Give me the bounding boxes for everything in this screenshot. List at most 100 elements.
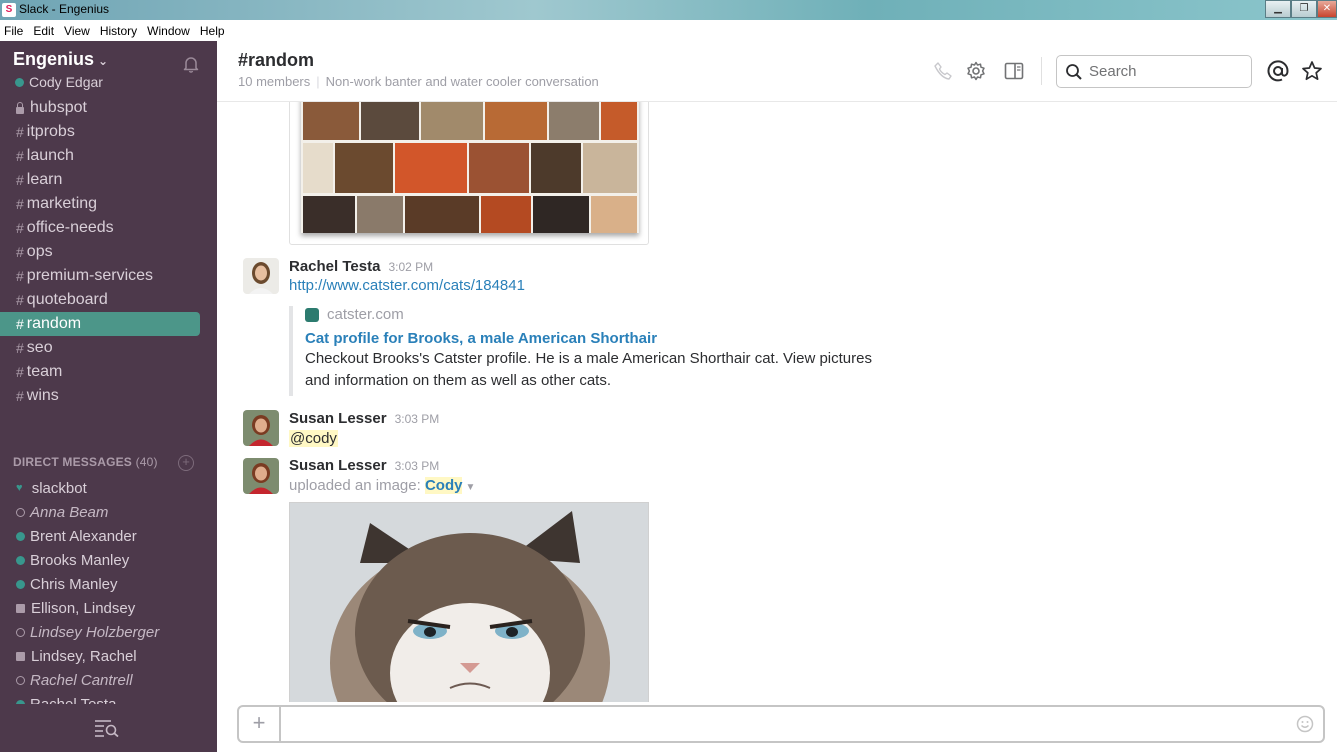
author-name: Rachel Testa — [289, 258, 381, 275]
presence-online-icon — [16, 555, 25, 565]
dm-header-label: DIRECT MESSAGES — [13, 455, 133, 469]
preview-title[interactable]: Cat profile for Brooks, a male American … — [305, 330, 869, 347]
chevron-down-icon: ⌄ — [98, 54, 109, 68]
sidebar-item-seo[interactable]: # seo — [0, 336, 217, 360]
message-timestamp[interactable]: 3:03 PM — [395, 459, 440, 473]
grumpy-cat-image — [290, 503, 648, 702]
author-name: Susan Lesser — [289, 410, 387, 427]
dm-item-ellison-lindsey[interactable]: Ellison, Lindsey — [0, 596, 217, 620]
sidebar-item-itprobs[interactable]: # itprobs — [0, 120, 217, 144]
star-icon[interactable] — [1301, 60, 1323, 82]
author-name: Susan Lesser — [289, 457, 387, 474]
message-author[interactable]: Susan Lesser 3:03 PM — [289, 457, 439, 474]
search-input[interactable] — [1089, 63, 1239, 80]
message-pane[interactable]: Rachel Testa 3:02 PM http://www.catster.c… — [217, 102, 1337, 702]
channel-label: itprobs — [26, 123, 75, 140]
group-dm-icon — [16, 603, 25, 613]
message-timestamp[interactable]: 3:02 PM — [388, 260, 433, 274]
file-name-link[interactable]: Cody — [424, 477, 463, 494]
channel-label: random — [26, 315, 82, 332]
avatar[interactable] — [243, 458, 279, 494]
team-menu[interactable]: Engenius ⌄ — [13, 49, 108, 70]
menu-help[interactable]: Help — [196, 24, 231, 38]
avatar-rachel-testa — [243, 258, 279, 294]
attach-file-button[interactable]: + — [239, 707, 281, 741]
slack-app-icon: S — [2, 3, 16, 17]
dm-item-brooks-manley[interactable]: Brooks Manley — [0, 548, 217, 572]
user-mention[interactable]: @cody — [289, 430, 338, 447]
hash-icon: # — [16, 196, 24, 212]
dm-label: slackbot — [31, 479, 87, 497]
search-box[interactable] — [1056, 55, 1252, 88]
sidebar-toggle-icon[interactable] — [1004, 61, 1024, 81]
dm-item-brent-alexander[interactable]: Brent Alexander — [0, 524, 217, 548]
mentions-icon[interactable] — [1267, 60, 1289, 82]
phone-icon[interactable] — [933, 61, 953, 81]
sidebar-item-premium-services[interactable]: # premium-services — [0, 264, 217, 288]
sidebar-item-team[interactable]: # team — [0, 360, 217, 384]
presence-away-icon — [16, 627, 25, 637]
dm-label: Ellison, Lindsey — [31, 599, 136, 617]
minimize-button[interactable]: ▁ — [1265, 0, 1291, 18]
image-attachment[interactable] — [289, 102, 649, 245]
message-link[interactable]: http://www.catster.com/cats/184841 — [289, 277, 525, 294]
dm-item-slackbot[interactable]: ♥ slackbot — [0, 476, 217, 500]
menu-view[interactable]: View — [60, 24, 96, 38]
preview-description: Checkout Brooks's Catster profile. He is… — [305, 350, 872, 389]
lock-icon — [16, 101, 24, 114]
presence-away-icon — [16, 675, 25, 685]
dm-item-anna-beam[interactable]: Anna Beam — [0, 500, 217, 524]
bell-icon[interactable] — [182, 55, 200, 73]
channel-label: seo — [26, 339, 53, 356]
hash-icon: # — [16, 220, 24, 236]
gear-icon[interactable] — [966, 61, 986, 81]
sidebar-item-quoteboard[interactable]: # quoteboard — [0, 288, 217, 312]
quick-switcher-icon[interactable] — [94, 719, 120, 737]
sidebar-item-marketing[interactable]: # marketing — [0, 192, 217, 216]
sidebar-item-ops[interactable]: # ops — [0, 240, 217, 264]
uploaded-image[interactable] — [289, 502, 649, 702]
current-user[interactable]: Cody Edgar — [15, 74, 103, 90]
menu-file[interactable]: File — [0, 24, 29, 38]
dm-item-lindsey-holzberger[interactable]: Lindsey Holzberger — [0, 620, 217, 644]
meta-divider: | — [316, 74, 320, 89]
emoji-icon[interactable] — [1296, 715, 1314, 733]
avatar[interactable] — [243, 410, 279, 446]
collage-image — [301, 102, 639, 233]
presence-online-icon — [15, 77, 24, 87]
avatar-susan-lesser — [243, 410, 279, 446]
sidebar-item-hubspot[interactable]: hubspot — [0, 96, 217, 120]
page-title[interactable]: #random — [238, 50, 314, 71]
sidebar-item-launch[interactable]: # launch — [0, 144, 217, 168]
close-button[interactable]: ✕ — [1317, 0, 1337, 18]
presence-online-icon — [16, 579, 25, 589]
direct-messages-header[interactable]: DIRECT MESSAGES (40) — [13, 455, 158, 469]
menu-edit[interactable]: Edit — [29, 24, 60, 38]
dm-item-lindsey-rachel[interactable]: Lindsey, Rachel — [0, 644, 217, 668]
dm-item-chris-manley[interactable]: Chris Manley — [0, 572, 217, 596]
channel-label: wins — [26, 387, 59, 404]
message-input[interactable] — [291, 714, 1281, 734]
add-dm-icon[interactable]: + — [178, 455, 194, 471]
menu-history[interactable]: History — [96, 24, 143, 38]
member-count[interactable]: 10 members — [238, 74, 310, 89]
sidebar-item-wins[interactable]: # wins — [0, 384, 217, 408]
dm-item-rachel-cantrell[interactable]: Rachel Cantrell — [0, 668, 217, 692]
channel-list: hubspot # itprobs # launch # learn # marketi… — [0, 96, 217, 408]
maximize-button[interactable]: ❐ — [1291, 0, 1317, 18]
message-timestamp[interactable]: 3:03 PM — [395, 412, 440, 426]
caret-down-icon[interactable]: ▼ — [465, 482, 475, 493]
sidebar-item-random[interactable]: # random — [0, 312, 200, 336]
channel-label: ops — [26, 243, 53, 260]
link-preview: catster.com Cat profile for Brooks, a ma… — [289, 306, 872, 396]
avatar[interactable] — [243, 258, 279, 294]
sidebar-item-office-needs[interactable]: # office-needs — [0, 216, 217, 240]
dm-list: ♥ slackbot Anna Beam Brent Alexander Bro… — [0, 476, 217, 716]
menu-window[interactable]: Window — [143, 24, 196, 38]
dm-label: Anna Beam — [30, 503, 109, 521]
hash-icon: # — [16, 172, 24, 188]
catster-favicon-icon — [305, 307, 319, 322]
message-author[interactable]: Rachel Testa 3:02 PM — [289, 258, 433, 275]
sidebar-item-learn[interactable]: # learn — [0, 168, 217, 192]
message-author[interactable]: Susan Lesser 3:03 PM — [289, 410, 439, 427]
